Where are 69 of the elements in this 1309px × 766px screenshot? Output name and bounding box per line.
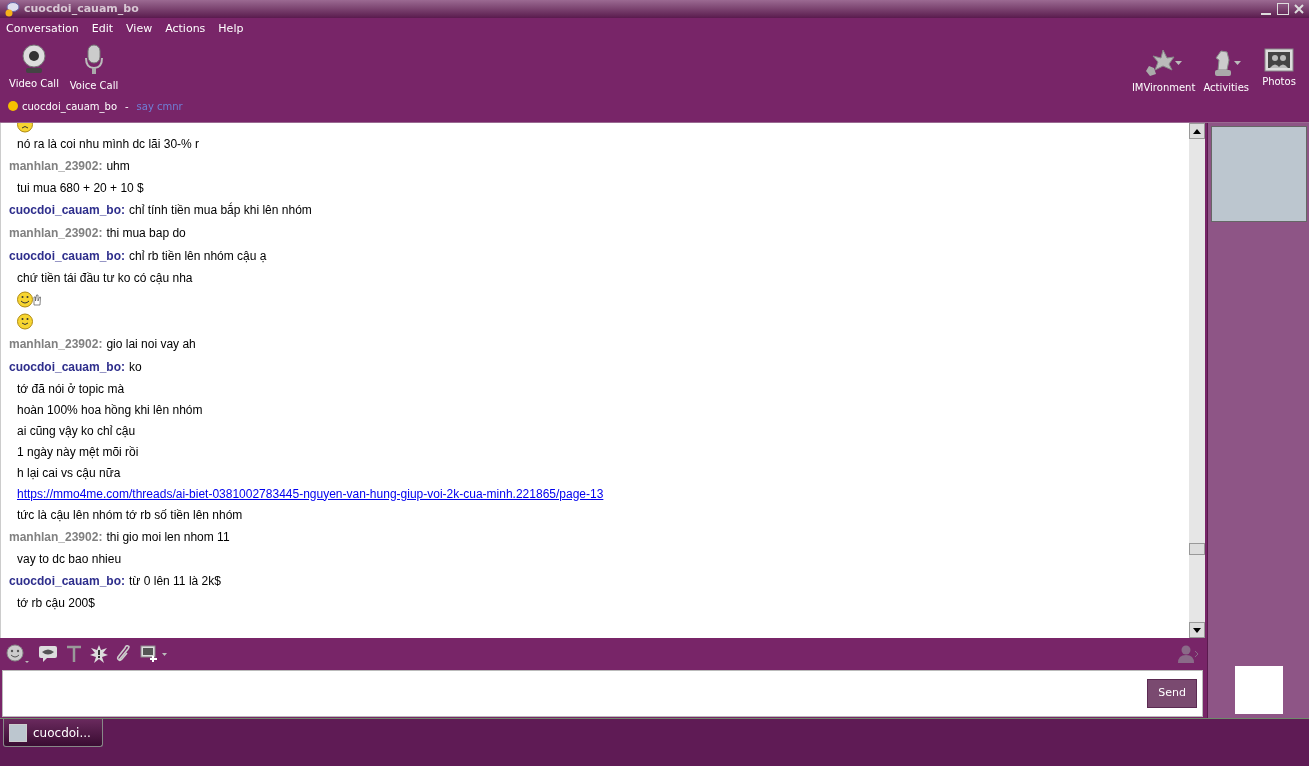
down-arrow-icon — [1193, 627, 1201, 633]
message-text: tui mua 680 + 20 + 10 $ — [17, 179, 144, 197]
message-text: thi gio moi len nhom 11 — [106, 528, 230, 546]
separator-text: - — [124, 99, 130, 114]
screenshot-icon[interactable] — [140, 645, 168, 663]
toolbar-button[interactable]: Voice Call — [64, 44, 124, 93]
scroll-thumb[interactable] — [1189, 543, 1205, 555]
message-link[interactable]: https://mmo4me.com/threads/ai-biet-0381002783445-nguyen-van-hung-giup-voi-2k-cua-minh.221865/page-13 — [17, 484, 604, 503]
scrollbar[interactable] — [1189, 123, 1205, 638]
menu-item[interactable]: View — [126, 20, 153, 38]
caret-icon — [1233, 61, 1241, 65]
message-text: tớ đã nói ở topic mà — [17, 380, 125, 398]
sender-name: cuocdoi_cauam_bo: — [9, 572, 126, 590]
message-text: nó ra là coi nhu mình dc lãi 30-% r — [17, 135, 200, 153]
message-text: gio lai noi vay ah — [106, 335, 196, 353]
waving-emoticon-icon — [17, 290, 41, 308]
sender-name: manhlan_23902: — [9, 157, 103, 175]
microphone-icon — [83, 44, 105, 76]
contact-name: cuocdoi_cauam_bo — [22, 99, 117, 114]
menu-item[interactable]: Actions — [165, 20, 206, 38]
chat-bubble-icon — [4, 1, 20, 17]
close-button[interactable] — [1293, 3, 1305, 15]
scroll-down-button[interactable] — [1189, 622, 1205, 638]
photo-placeholder — [1234, 666, 1283, 714]
sender-name: manhlan_23902: — [9, 224, 103, 242]
sender-name: cuocdoi_cauam_bo: — [9, 201, 126, 219]
message-text: tớ rb cậu 200$ — [17, 594, 95, 612]
smiley-icon[interactable] — [6, 644, 30, 664]
sender-name: manhlan_23902: — [9, 528, 103, 546]
message-text: hoàn 100% hoa hồng khi lên nhóm — [17, 401, 203, 419]
status-message: say cmnr — [136, 99, 183, 114]
message-text: 1 ngày này mệt mõi rồi — [17, 443, 139, 461]
message-text: chứ tiền tái đầu tư ko có cậu nha — [17, 269, 193, 287]
up-arrow-icon — [1193, 128, 1201, 134]
send-button[interactable]: Send — [1147, 679, 1197, 708]
message-text: vay to dc bao nhieu — [17, 550, 122, 568]
toolbar-button[interactable]: Photos — [1253, 48, 1305, 89]
photos-icon — [1264, 48, 1294, 72]
webcam-icon — [21, 44, 47, 74]
paperclip-icon[interactable] — [116, 645, 132, 663]
message-text: chỉ rb tiền lên nhóm cậu ạ — [129, 247, 267, 265]
lips-icon[interactable] — [38, 645, 58, 663]
buzz-icon[interactable] — [90, 645, 108, 663]
menu-item[interactable]: Edit — [91, 20, 114, 38]
sender-name: cuocdoi_cauam_bo: — [9, 247, 126, 265]
text-format-icon[interactable] — [66, 645, 82, 663]
taskbar-item[interactable]: cuocdoi... — [3, 719, 103, 747]
message-text: uhm — [106, 157, 130, 175]
avatar-placeholder — [9, 723, 27, 742]
menu-item[interactable]: Conversation — [6, 20, 79, 38]
message-text: h lại cai vs cậu nữa — [17, 464, 121, 482]
toolbar-button[interactable]: IMVironment — [1127, 48, 1200, 95]
sender-name: cuocdoi_cauam_bo: — [9, 358, 126, 376]
message-text: chỉ tính tiền mua bắp khi lên nhóm — [129, 201, 312, 219]
message-text: từ 0 lên 11 là 2k$ — [129, 572, 221, 590]
message-text: ai cũng vậy ko chỉ cậu — [17, 422, 136, 440]
message-text: tức là cậu lên nhóm tớ rb số tiền lên nhóm — [17, 506, 243, 524]
message-input[interactable]: Send — [2, 670, 1203, 717]
message-text: ko — [129, 358, 142, 376]
message-text: thi mua bap do — [106, 224, 186, 242]
restore-button[interactable] — [1277, 3, 1289, 15]
toolbar-button[interactable]: Activities — [1199, 48, 1253, 95]
smile-emoticon-icon — [17, 312, 34, 330]
caret-icon — [1175, 61, 1183, 65]
scroll-up-button[interactable] — [1189, 123, 1205, 139]
window-title: cuocdoi_cauam_bo — [24, 0, 139, 17]
toolbar-button[interactable]: Video Call — [4, 44, 64, 91]
menu-item[interactable]: Help — [218, 20, 244, 38]
sender-name: manhlan_23902: — [9, 335, 103, 353]
